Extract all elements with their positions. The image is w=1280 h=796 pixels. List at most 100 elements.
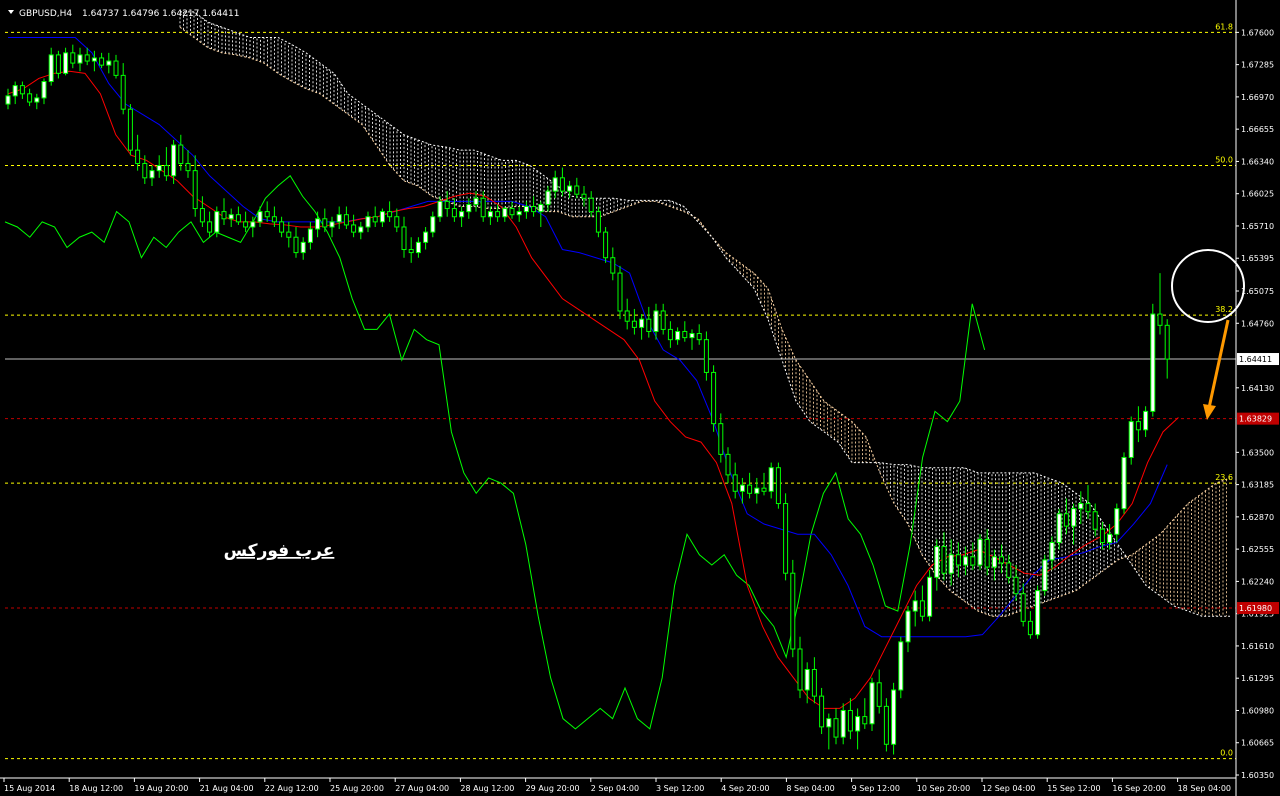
candle-body — [999, 556, 1005, 564]
candle-body — [343, 214, 349, 226]
y-tick-label: 1.62240 — [1241, 577, 1274, 586]
x-tick-label: 18 Aug 12:00 — [69, 784, 123, 793]
candle-body — [70, 52, 76, 64]
candle-body — [171, 144, 177, 177]
candle-body — [682, 330, 688, 339]
candle-body — [84, 54, 90, 62]
candle-body — [646, 318, 652, 332]
candle-body — [235, 214, 241, 223]
candle-body — [221, 211, 227, 220]
candle-body — [595, 211, 601, 233]
candle-body — [912, 600, 918, 612]
y-tick-label: 1.63185 — [1241, 481, 1274, 490]
candle-body — [5, 95, 11, 105]
candle-body — [466, 203, 472, 213]
candle-body — [1078, 503, 1084, 510]
candle-body — [1013, 576, 1019, 595]
price-chart[interactable]: 61.8 50.0 38.2 23.6 0.0 1.67600 1.67285 1.6697… — [0, 0, 1280, 796]
candle-body — [847, 709, 853, 732]
price-tag-label: 1.64411 — [1239, 355, 1272, 364]
candle-body — [271, 216, 277, 223]
candle-body — [919, 600, 925, 617]
candle-body — [761, 487, 767, 492]
candle-body — [185, 162, 191, 172]
candle-body — [48, 54, 54, 83]
candle-body — [387, 211, 393, 218]
candle-body — [63, 52, 69, 74]
fib-level-label: 38.2 — [1215, 305, 1233, 314]
candle-body — [99, 57, 105, 66]
candle-body — [538, 203, 544, 213]
symbol-label: GBPUSD,H4 — [19, 9, 72, 19]
candle-body — [1150, 313, 1156, 412]
candle-body — [689, 333, 695, 339]
candle-body — [1071, 508, 1077, 527]
candle-body — [286, 231, 292, 238]
candle-body — [1107, 533, 1113, 543]
candle-body — [977, 538, 983, 566]
candle-body — [192, 170, 198, 210]
candle-body — [156, 165, 162, 172]
candle-body — [27, 93, 33, 103]
y-tick-label: 1.66655 — [1241, 125, 1274, 134]
candle-body — [934, 546, 940, 578]
candle-body — [365, 216, 371, 228]
candle-body — [574, 185, 580, 195]
x-tick-label: 29 Aug 20:00 — [526, 784, 580, 793]
x-tick-label: 10 Sep 20:00 — [917, 784, 970, 793]
candle-body — [948, 554, 954, 574]
candle-body — [970, 556, 976, 566]
candle-body — [516, 211, 522, 216]
y-tick-label: 1.65710 — [1241, 222, 1274, 231]
candle-body — [228, 214, 234, 220]
candle-body — [1135, 421, 1141, 431]
candle-body — [351, 224, 357, 233]
candle-body — [883, 705, 889, 745]
candle-body — [91, 57, 97, 62]
candle-body — [811, 668, 817, 697]
y-tick-label: 1.62555 — [1241, 545, 1274, 554]
x-tick-label: 16 Sep 20:00 — [1112, 784, 1165, 793]
candle-body — [207, 221, 213, 233]
candle-body — [840, 709, 846, 738]
candle-body — [1049, 541, 1055, 561]
y-tick-label: 1.60980 — [1241, 706, 1274, 715]
candle-body — [876, 682, 882, 707]
candle-body — [142, 162, 148, 179]
candle-body — [1063, 513, 1069, 527]
candle-body — [559, 177, 565, 192]
candle-body — [473, 197, 479, 205]
candle-body — [775, 467, 781, 505]
candle-body — [718, 423, 724, 455]
candle-body — [394, 216, 400, 228]
candle-body — [358, 226, 364, 233]
candle-body — [243, 221, 249, 228]
candle-body — [963, 556, 969, 566]
candle-body — [581, 193, 587, 199]
candle-body — [495, 211, 501, 218]
y-tick-label: 1.61295 — [1241, 674, 1274, 683]
candle-body — [754, 487, 760, 494]
candle-body — [135, 149, 141, 164]
candle-body — [531, 206, 537, 213]
candle-body — [898, 641, 904, 691]
x-tick-label: 19 Aug 20:00 — [134, 784, 188, 793]
candle-body — [379, 211, 385, 223]
candle-body — [1121, 456, 1127, 510]
y-tick-label: 1.66970 — [1241, 93, 1274, 102]
candle-body — [833, 718, 839, 738]
candle-body — [523, 206, 529, 213]
candle-body — [747, 484, 753, 494]
candle-body — [1092, 511, 1098, 530]
candle-body — [797, 648, 803, 691]
candle-body — [415, 241, 421, 254]
candle-body — [984, 538, 990, 568]
y-tick-label: 1.60665 — [1241, 739, 1274, 748]
candle-body — [955, 554, 961, 566]
candle-body — [279, 221, 285, 233]
y-tick-label: 1.67600 — [1241, 28, 1274, 37]
candle-body — [408, 249, 414, 254]
y-tick-label: 1.65075 — [1241, 287, 1274, 296]
candle-body — [552, 177, 558, 192]
price-tag-label: 1.61980 — [1239, 604, 1272, 613]
